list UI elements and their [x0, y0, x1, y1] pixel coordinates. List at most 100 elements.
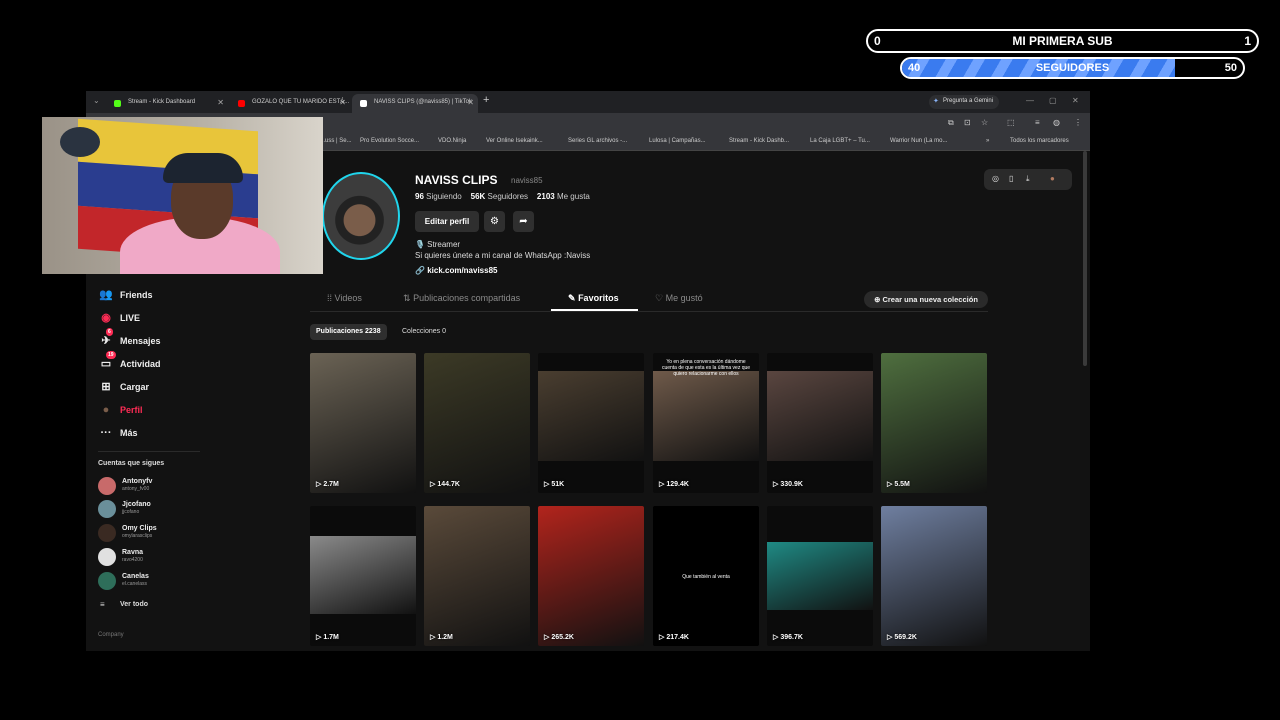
- bookmark-item[interactable]: Series GL archivos -...: [568, 138, 627, 144]
- page-scrollbar[interactable]: [1083, 151, 1087, 366]
- video-thumbnail[interactable]: ▷ 1.7M: [310, 506, 416, 646]
- sidebar-item-label: LIVE: [120, 313, 141, 323]
- browser-tab-tiktok[interactable]: NAVISS CLIPS (@naviss85) | TikTok ✕: [352, 94, 478, 113]
- video-thumbnail[interactable]: Que también al venta ▷ 217.4K: [653, 506, 759, 646]
- list-icon: ≡: [100, 600, 105, 609]
- video-thumbnail[interactable]: ▷ 396.7K: [767, 506, 873, 646]
- tab-groups-icon[interactable]: ≡: [1035, 118, 1040, 127]
- video-preview-image: [310, 536, 416, 614]
- youtube-icon: [238, 100, 245, 107]
- avatar: [98, 548, 116, 566]
- followers-goal-bar: 40 SEGUIDORES 50: [900, 57, 1245, 79]
- avatar: [98, 524, 116, 542]
- new-tab-button[interactable]: +: [483, 94, 489, 106]
- bookmark-item[interactable]: Warrior Nun (La mo...: [890, 138, 947, 144]
- download-icon[interactable]: ⤓: [1026, 174, 1030, 184]
- all-bookmarks-folder[interactable]: Todos los marcadores: [1010, 138, 1069, 144]
- likes-count: 2103: [536, 192, 555, 201]
- tab-videos[interactable]: ⁞⁞ Videos: [327, 293, 362, 303]
- videos-icon: ⁞⁞: [327, 293, 333, 303]
- extensions-icon[interactable]: ⬚: [1007, 118, 1015, 127]
- video-preview-image: [881, 506, 987, 646]
- edit-profile-button[interactable]: Editar perfil: [415, 211, 479, 232]
- maximize-icon[interactable]: ▢: [1049, 96, 1057, 105]
- tab-favorites[interactable]: ✎ Favoritos: [568, 293, 619, 304]
- bookmark-item[interactable]: Pro Evolution Socce...: [360, 138, 419, 144]
- tab-label: Videos: [334, 293, 362, 303]
- company-link[interactable]: Company: [98, 632, 124, 638]
- profile-name: NAVISS CLIPS: [415, 173, 498, 187]
- cap-on-wall: [60, 127, 100, 157]
- sidebar-item-live[interactable]: ◉ LIVE: [98, 310, 140, 328]
- tab-liked[interactable]: ♡ Me gustó: [655, 293, 703, 304]
- settings-icon[interactable]: ⚙: [484, 211, 505, 232]
- translate-icon[interactable]: ⧉: [948, 118, 954, 128]
- profile-avatar[interactable]: [322, 172, 400, 260]
- video-thumbnail[interactable]: Yo en plena conversación dándome cuenta …: [653, 353, 759, 493]
- compass-icon[interactable]: ◎: [992, 174, 999, 183]
- sidebar-item-friends[interactable]: 👥 Friends: [98, 287, 153, 305]
- video-thumbnail[interactable]: ▷ 569.2K: [881, 506, 987, 646]
- gemini-button[interactable]: Pregunta a Gemini: [929, 95, 1000, 109]
- kick-icon: [114, 100, 121, 107]
- screenshot-icon[interactable]: ⊡: [964, 118, 971, 127]
- see-all-button[interactable]: ≡ Ver todo: [100, 600, 148, 609]
- bookmark-item[interactable]: VDO.Ninja: [438, 138, 466, 144]
- streamer-cap: [163, 153, 243, 183]
- bookmark-item[interactable]: Lulosa | Campañas...: [649, 138, 706, 144]
- star-icon[interactable]: ☆: [981, 118, 988, 127]
- device-icon[interactable]: ▯: [1009, 174, 1013, 183]
- sub-goal-bar: 0 MI PRIMERA SUB 1: [866, 29, 1259, 53]
- chip-posts[interactable]: Publicaciones 2238: [310, 324, 387, 340]
- followers-label[interactable]: Seguidores: [488, 192, 528, 201]
- video-thumbnail[interactable]: ▷ 5.5M: [881, 353, 987, 493]
- sidebar-item-label: Friends: [120, 290, 153, 300]
- sidebar-item-more[interactable]: ··· Más: [98, 425, 138, 443]
- menu-icon[interactable]: ⋮: [1074, 118, 1082, 127]
- bookmarks-overflow-button[interactable]: »: [986, 138, 989, 144]
- video-thumbnail[interactable]: ▷ 2.7M: [310, 353, 416, 493]
- activity-badge: 19: [106, 351, 116, 359]
- sidebar-item-upload[interactable]: ⊞ Cargar: [98, 379, 149, 397]
- video-views: ▷ 330.9K: [773, 481, 803, 488]
- new-collection-button[interactable]: ⊕ Crear una nueva colección: [864, 291, 988, 308]
- profile-link[interactable]: 🔗 kick.com/naviss85: [415, 266, 497, 275]
- tab-reposts[interactable]: ⇅ Publicaciones compartidas: [403, 293, 520, 304]
- account-name: Omy Clips: [122, 525, 157, 532]
- sidebar-item-profile[interactable]: ● Perfil: [98, 402, 143, 420]
- video-thumbnail[interactable]: ▷ 51K: [538, 353, 644, 493]
- bookmark-item[interactable]: ...uss | Se...: [320, 138, 352, 144]
- close-icon[interactable]: ✕: [467, 98, 474, 107]
- account-icon[interactable]: ◍: [1053, 118, 1060, 127]
- upload-icon: ⊞: [101, 381, 111, 393]
- sidebar-item-activity[interactable]: ▭ 19 Actividad: [98, 351, 161, 374]
- repost-icon: ⇅: [403, 293, 411, 303]
- browser-tab-youtube[interactable]: GOZALO QUE TU MARIDO ESTÁ... ✕: [230, 94, 350, 113]
- tab-search-icon[interactable]: ⌄: [93, 96, 100, 105]
- video-thumbnail[interactable]: ▷ 144.7K: [424, 353, 530, 493]
- share-icon[interactable]: ➦: [513, 211, 534, 232]
- following-label[interactable]: Siguiendo: [426, 192, 462, 201]
- followers-goal-label: SEGUIDORES: [1035, 62, 1110, 74]
- window-close-icon[interactable]: ✕: [1072, 96, 1079, 105]
- avatar: [98, 500, 116, 518]
- sidebar-item-messages[interactable]: ✈ 6 Mensajes: [98, 328, 161, 351]
- chip-collections[interactable]: Colecciones 0: [396, 324, 452, 340]
- profile-mini-avatar[interactable]: ●: [1050, 174, 1055, 183]
- browser-tab-kick[interactable]: Stream - Kick Dashboard ✕: [106, 94, 228, 113]
- messages-badge: 6: [106, 328, 113, 336]
- following-title: Cuentas que sigues: [98, 460, 165, 467]
- bookmark-item[interactable]: Ver Online Isekaink...: [486, 138, 543, 144]
- minimize-icon[interactable]: —: [1026, 96, 1034, 105]
- close-icon[interactable]: ✕: [339, 98, 346, 107]
- video-views: ▷ 2.7M: [316, 481, 339, 488]
- video-thumbnail[interactable]: ▷ 330.9K: [767, 353, 873, 493]
- bookmark-item[interactable]: La Caja LGBT+ – Tu...: [810, 138, 870, 144]
- sub-goal-end: 1: [1244, 34, 1251, 48]
- close-icon[interactable]: ✕: [217, 98, 224, 107]
- video-thumbnail[interactable]: ▷ 265.2K: [538, 506, 644, 646]
- account-name: Ravna: [122, 549, 144, 556]
- video-thumbnail[interactable]: ▷ 1.2M: [424, 506, 530, 646]
- bookmark-item[interactable]: Stream - Kick Dashb...: [729, 138, 789, 144]
- sidebar-item-label: Cargar: [120, 382, 150, 392]
